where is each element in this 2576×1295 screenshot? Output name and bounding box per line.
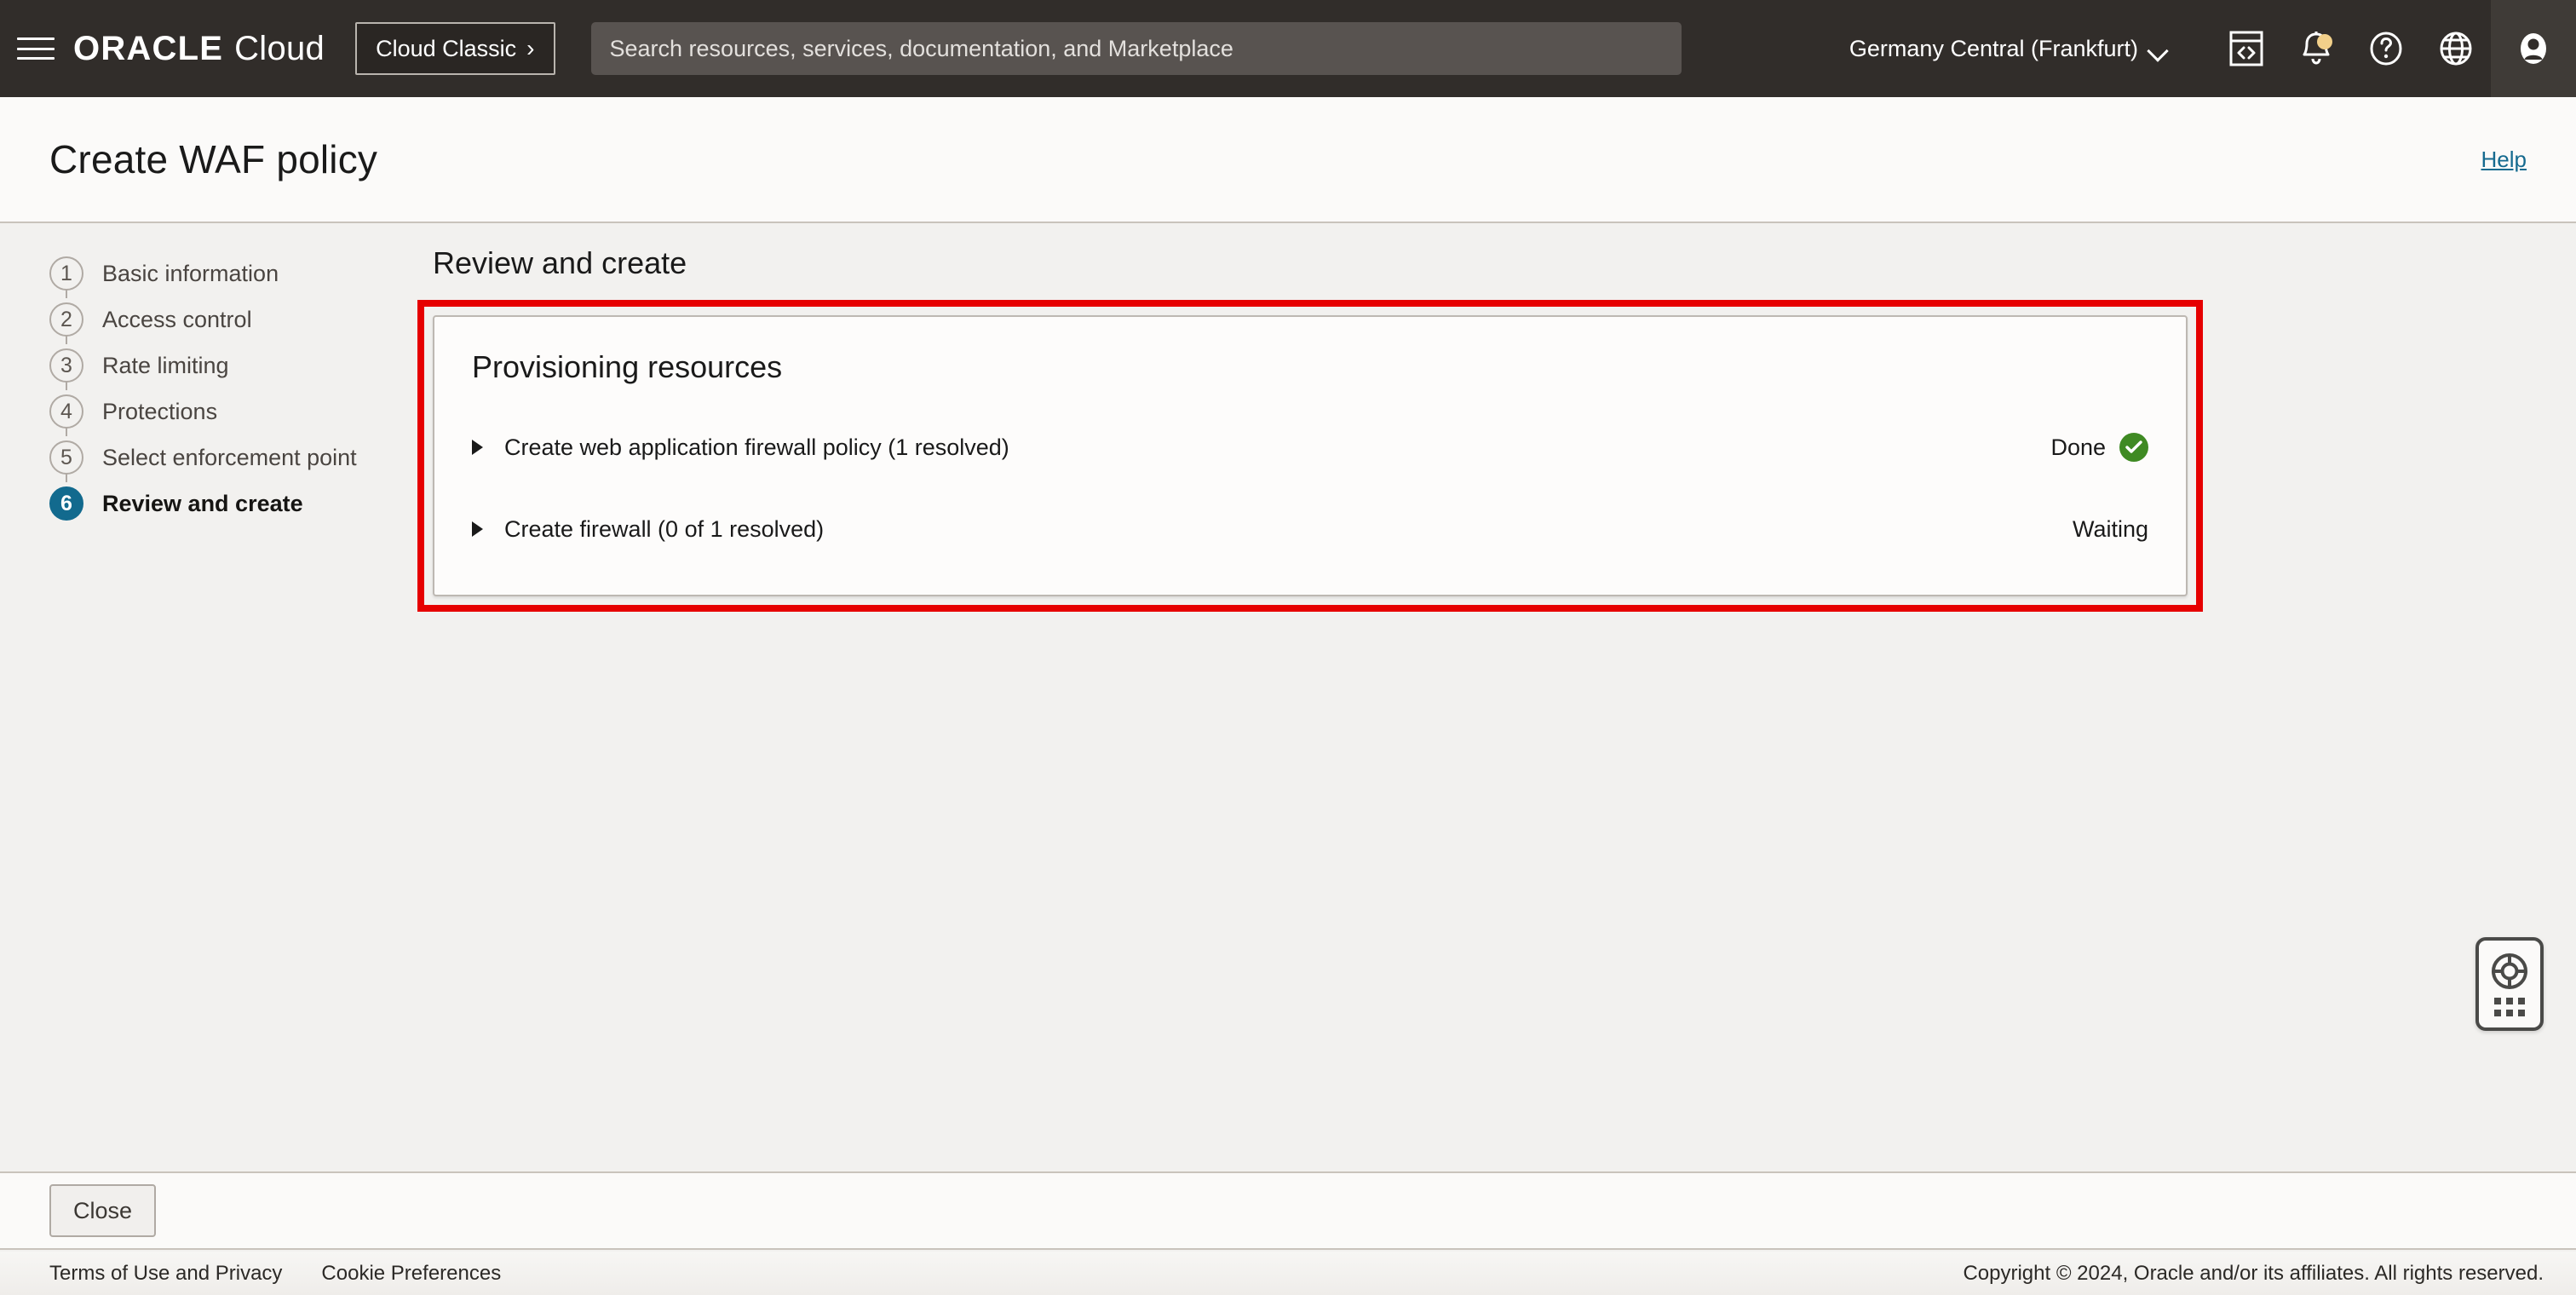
- step-connector: [66, 474, 67, 482]
- wizard-step-review-and-create[interactable]: 6 Review and create: [49, 481, 390, 527]
- step-number-4: 4: [49, 394, 83, 429]
- provisioning-row-label[interactable]: Create web application firewall policy (…: [504, 435, 2050, 461]
- step-number-2: 2: [49, 302, 83, 337]
- footer-links: Terms of Use and Privacy Cookie Preferen…: [49, 1262, 501, 1286]
- copyright-text: Copyright © 2024, Oracle and/or its affi…: [1963, 1261, 2544, 1285]
- help-question-icon[interactable]: [2351, 0, 2421, 97]
- wizard-step-label: Access control: [102, 306, 252, 332]
- life-preserver-icon: [2492, 953, 2527, 989]
- disclosure-triangle-icon[interactable]: [472, 440, 491, 455]
- topbar-right-group: Germany Central (Frankfurt): [1849, 0, 2576, 97]
- step-number-5: 5: [49, 440, 83, 475]
- highlight-annotation-box: Provisioning resources Create web applic…: [417, 300, 2203, 612]
- user-avatar-icon[interactable]: [2491, 0, 2576, 97]
- oracle-cloud-logo[interactable]: ORACLE Cloud: [73, 30, 325, 68]
- action-footer: Close: [0, 1171, 2576, 1250]
- wizard-step-label: Rate limiting: [102, 352, 229, 378]
- terms-of-use-link[interactable]: Terms of Use and Privacy: [49, 1262, 282, 1286]
- wizard-step-basic-information[interactable]: 1 Basic information: [49, 250, 390, 298]
- page-title: Create WAF policy: [49, 137, 378, 181]
- green-check-circle-icon: [2119, 433, 2148, 462]
- wizard-step-label: Basic information: [102, 260, 279, 286]
- provisioning-row: Create web application firewall policy (…: [472, 421, 2148, 474]
- section-heading: Review and create: [433, 245, 687, 280]
- chevron-right-icon: ›: [526, 35, 535, 61]
- search-input[interactable]: [590, 22, 1682, 75]
- wizard-step-protections[interactable]: 4 Protections: [49, 388, 390, 436]
- page-title-bar: Create WAF policy Help: [0, 97, 2576, 223]
- wizard-step-access-control[interactable]: 2 Access control: [49, 296, 390, 344]
- cloud-classic-button[interactable]: Cloud Classic ›: [355, 22, 555, 75]
- support-widget[interactable]: [2475, 937, 2544, 1031]
- step-connector: [66, 336, 67, 344]
- step-connector: [66, 290, 67, 298]
- wizard-step-rate-limiting[interactable]: 3 Rate limiting: [49, 342, 390, 390]
- brand-cloud-text: Cloud: [234, 29, 325, 67]
- page-body: 1 Basic information 2 Access control 3 R…: [0, 223, 2576, 1171]
- language-globe-icon[interactable]: [2421, 0, 2491, 97]
- notification-badge-dot: [2317, 34, 2332, 49]
- region-selector[interactable]: Germany Central (Frankfurt): [1849, 36, 2169, 62]
- step-number-1: 1: [49, 256, 83, 291]
- notifications-bell-icon[interactable]: [2281, 0, 2351, 97]
- status-text: Waiting: [2072, 515, 2148, 542]
- card-title: Provisioning resources: [472, 349, 783, 384]
- brand-oracle-text: ORACLE: [73, 29, 224, 67]
- wizard-steps-list: 1 Basic information 2 Access control 3 R…: [49, 250, 390, 527]
- top-navigation-bar: ORACLE Cloud Cloud Classic › Germany Cen…: [0, 0, 2576, 97]
- close-button[interactable]: Close: [49, 1184, 157, 1237]
- wizard-step-select-enforcement-point[interactable]: 5 Select enforcement point: [49, 435, 390, 482]
- wizard-step-label: Select enforcement point: [102, 444, 357, 470]
- page-footer: Terms of Use and Privacy Cookie Preferen…: [0, 1252, 2576, 1295]
- cloud-shell-icon[interactable]: [2211, 0, 2281, 97]
- drag-dots-icon[interactable]: [2494, 998, 2525, 1016]
- step-connector: [66, 382, 67, 390]
- provisioning-row-label[interactable]: Create firewall (0 of 1 resolved): [504, 516, 2073, 543]
- wizard-step-label: Review and create: [102, 490, 303, 516]
- wizard-step-label: Protections: [102, 398, 218, 424]
- provisioning-row-status: Done: [2050, 433, 2148, 462]
- hamburger-menu-icon[interactable]: [17, 34, 55, 63]
- step-number-3: 3: [49, 348, 83, 383]
- chevron-down-icon: [2150, 43, 2169, 54]
- search-container: [590, 22, 1682, 75]
- help-link[interactable]: Help: [2481, 147, 2527, 173]
- step-connector: [66, 428, 67, 436]
- provisioning-row-status: Waiting: [2073, 516, 2148, 543]
- step-number-6: 6: [49, 486, 83, 521]
- cookie-preferences-link[interactable]: Cookie Preferences: [321, 1262, 501, 1286]
- region-label: Germany Central (Frankfurt): [1849, 35, 2138, 61]
- cloud-classic-label: Cloud Classic: [376, 35, 517, 61]
- status-text: Done: [2050, 434, 2106, 460]
- provisioning-resources-card: Provisioning resources Create web applic…: [433, 315, 2188, 596]
- disclosure-triangle-icon[interactable]: [472, 521, 491, 537]
- provisioning-row: Create firewall (0 of 1 resolved) Waitin…: [472, 503, 2148, 555]
- main-content-panel: Review and create Provisioning resources…: [417, 245, 2291, 612]
